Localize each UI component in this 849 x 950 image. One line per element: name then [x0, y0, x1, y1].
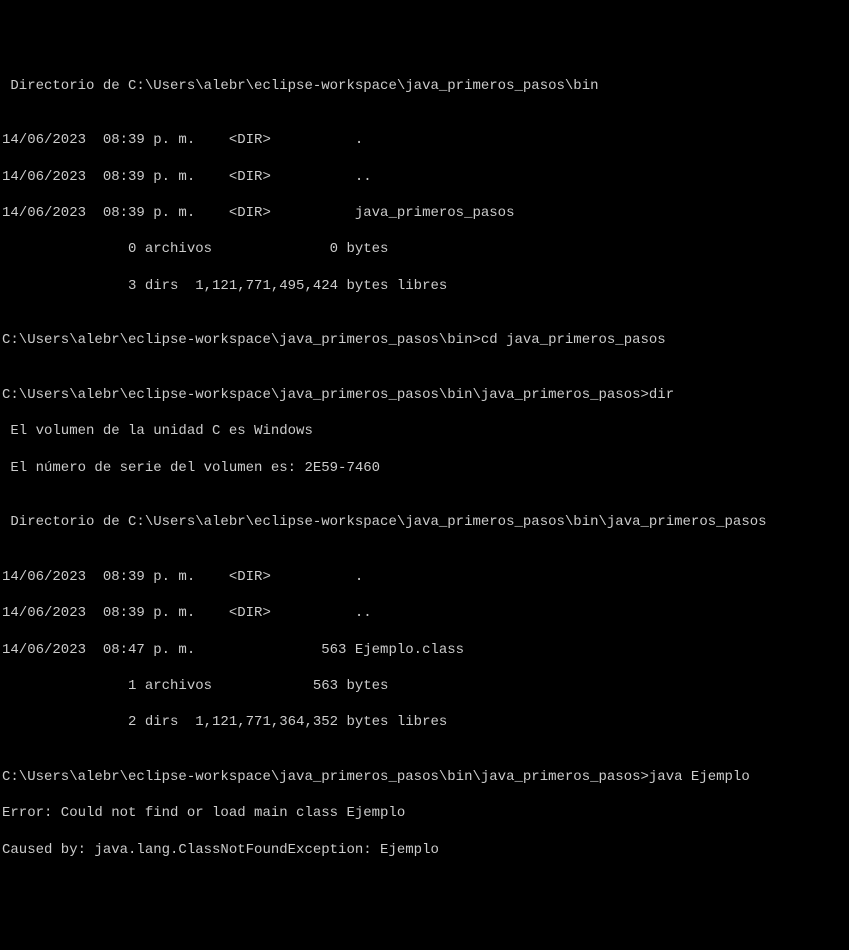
terminal-prompt-line: C:\Users\alebr\eclipse-workspace\java_pr… — [2, 768, 847, 786]
terminal-prompt-line: C:\Users\alebr\eclipse-workspace\java_pr… — [2, 386, 847, 404]
terminal-line: 14/06/2023 08:39 p. m. <DIR> . — [2, 568, 847, 586]
terminal-line: 14/06/2023 08:39 p. m. <DIR> . — [2, 131, 847, 149]
terminal-line: 2 dirs 1,121,771,364,352 bytes libres — [2, 713, 847, 731]
terminal-line: 14/06/2023 08:39 p. m. <DIR> .. — [2, 604, 847, 622]
terminal-prompt-line: C:\Users\alebr\eclipse-workspace\java_pr… — [2, 331, 847, 349]
terminal-line: El número de serie del volumen es: 2E59-… — [2, 459, 847, 477]
terminal-line: 14/06/2023 08:47 p. m. 563 Ejemplo.class — [2, 641, 847, 659]
terminal-error-line: Error: Could not find or load main class… — [2, 804, 847, 822]
terminal-line: 3 dirs 1,121,771,495,424 bytes libres — [2, 277, 847, 295]
terminal-line: 14/06/2023 08:39 p. m. <DIR> .. — [2, 168, 847, 186]
terminal-line: Directorio de C:\Users\alebr\eclipse-wor… — [2, 77, 847, 95]
terminal-error-line: Caused by: java.lang.ClassNotFoundExcept… — [2, 841, 847, 859]
terminal-line: Directorio de C:\Users\alebr\eclipse-wor… — [2, 513, 847, 531]
terminal-line: 14/06/2023 08:39 p. m. <DIR> java_primer… — [2, 204, 847, 222]
terminal-line: El volumen de la unidad C es Windows — [2, 422, 847, 440]
terminal-line: 0 archivos 0 bytes — [2, 240, 847, 258]
terminal-line: 1 archivos 563 bytes — [2, 677, 847, 695]
